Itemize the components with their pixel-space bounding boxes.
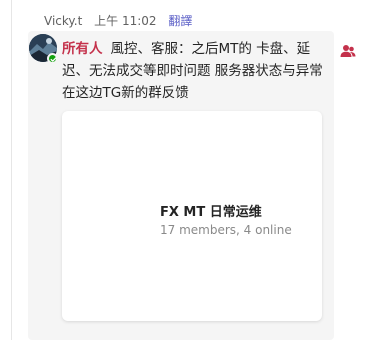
mention-everyone[interactable]: 所有人 xyxy=(62,41,103,57)
sender-name[interactable]: Vicky.t xyxy=(44,14,82,28)
thread-divider xyxy=(11,0,12,340)
chat-thread: Vicky.t 上午 11:02 翻譯 所有人 風控、客服：之后MT的 卡盘、延迟… xyxy=(0,0,381,340)
group-name[interactable]: FX MT 日常运维 xyxy=(160,201,262,220)
people-icon xyxy=(340,45,356,57)
message-timestamp: 上午 11:02 xyxy=(94,14,157,28)
message-text: 所有人 風控、客服：之后MT的 卡盘、延迟、无法成交等即时问题 服务器状态与异常 … xyxy=(62,38,326,104)
group-stats: 17 members, 4 online xyxy=(160,223,292,237)
translate-link[interactable]: 翻譯 xyxy=(168,14,192,28)
message-header: Vicky.t 上午 11:02 翻譯 xyxy=(44,12,192,29)
available-check-icon xyxy=(47,53,58,64)
